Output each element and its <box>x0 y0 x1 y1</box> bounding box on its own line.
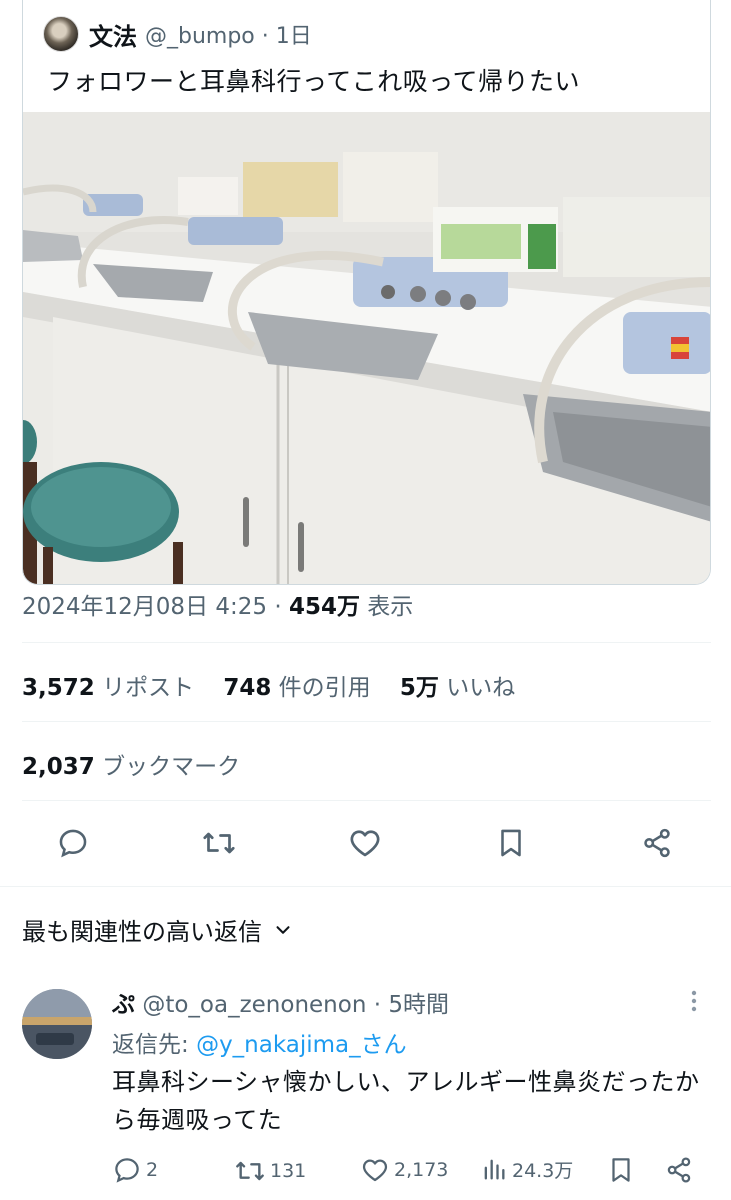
likes-stat[interactable]: 5万 いいね <box>400 675 515 701</box>
post-datetime[interactable]: 2024年12月08日 4:25 <box>22 594 267 620</box>
divider <box>22 721 711 722</box>
views-icon <box>484 1159 505 1180</box>
replies-sort-dropdown[interactable]: 最も関連性の高い返信 <box>22 912 294 947</box>
quoted-tweet-header: 文法 @_bumpo · 1日 <box>43 14 312 54</box>
views-label: 表示 <box>367 594 414 620</box>
bookmark-icon <box>501 829 521 857</box>
clinic-sink-photo <box>23 112 710 584</box>
reply-like-button[interactable]: 2,173 <box>360 1155 448 1185</box>
reply-to-label: 返信先: <box>112 1032 189 1058</box>
quoted-tweet-card[interactable]: 文法 @_bumpo · 1日 フォロワーと耳鼻科行ってこれ吸って帰りたい <box>22 0 711 585</box>
reply-to-mention[interactable]: @y_nakajima_さん <box>196 1032 407 1058</box>
reply-icon <box>115 1158 139 1183</box>
reply-action-bar: 2 131 2,173 24.3万 <box>112 1155 712 1191</box>
reply-avatar[interactable] <box>22 989 92 1059</box>
like-icon <box>362 1159 388 1182</box>
quoted-tweet-text: フォロワーと耳鼻科行ってこれ吸って帰りたい <box>47 67 581 96</box>
engagement-stats: 3,572 リポスト 748 件の引用 5万 いいね <box>22 668 515 702</box>
divider <box>22 642 711 643</box>
repost-icon <box>236 1161 264 1181</box>
share-button[interactable] <box>634 820 680 866</box>
views-count: 454万 <box>288 594 360 620</box>
reply-reposts-count: 131 <box>270 1160 307 1182</box>
reply-icon <box>59 829 87 858</box>
reply-display-name[interactable]: ぷ <box>112 992 135 1018</box>
reply-views-button[interactable]: 24.3万 <box>480 1155 573 1183</box>
reply-share-button[interactable] <box>664 1155 698 1185</box>
reply-time[interactable]: 5時間 <box>388 992 449 1018</box>
reply-likes-count: 2,173 <box>394 1159 449 1181</box>
replies-sort-label: 最も関連性の高い返信 <box>22 918 262 946</box>
reply-button[interactable] <box>50 820 96 866</box>
like-button[interactable] <box>342 820 388 866</box>
quoted-handle: @_bumpo · 1日 <box>145 24 312 49</box>
share-icon <box>667 1157 691 1183</box>
reply-to-line: 返信先: @y_nakajima_さん <box>112 1025 407 1059</box>
quoted-display-name[interactable]: 文法 <box>89 17 137 52</box>
bookmarks-stat: 2,037 ブックマーク <box>22 754 241 780</box>
reply-text: 耳鼻科シーシャ懐かしい、アレルギー性鼻炎だったから毎週吸ってた <box>112 1068 700 1134</box>
share-icon <box>644 828 670 858</box>
reply-avatar-image <box>22 989 92 1059</box>
quotes-stat[interactable]: 748 件の引用 <box>223 675 370 701</box>
more-options-button[interactable] <box>684 987 704 1019</box>
divider <box>0 886 731 887</box>
bookmark-button[interactable] <box>488 820 534 866</box>
chevron-down-icon <box>276 925 290 934</box>
repost-button[interactable] <box>196 820 242 866</box>
reply-replies-count: 2 <box>146 1159 159 1181</box>
bookmark-icon <box>612 1158 630 1182</box>
reply-handle[interactable]: @to_oa_zenonenon <box>142 992 366 1018</box>
repost-icon <box>203 832 235 854</box>
action-bar <box>0 820 731 870</box>
post-meta: 2024年12月08日 4:25 · 454万 表示 <box>22 594 414 620</box>
like-icon <box>350 830 380 857</box>
reply-bookmark-button[interactable] <box>606 1155 640 1185</box>
quoted-time: 1日 <box>275 24 312 49</box>
reply-repost-button[interactable]: 131 <box>234 1155 306 1187</box>
more-vertical-icon <box>691 990 697 1012</box>
reposts-stat[interactable]: 3,572 リポスト <box>22 675 194 701</box>
divider <box>22 800 711 801</box>
quoted-tweet-photo[interactable] <box>23 112 710 584</box>
reply-views-count: 24.3万 <box>512 1159 574 1182</box>
reply-reply-button[interactable]: 2 <box>112 1155 158 1185</box>
reply-header: ぷ @to_oa_zenonenon · 5時間 <box>112 992 449 1018</box>
quoted-avatar[interactable] <box>43 16 79 52</box>
